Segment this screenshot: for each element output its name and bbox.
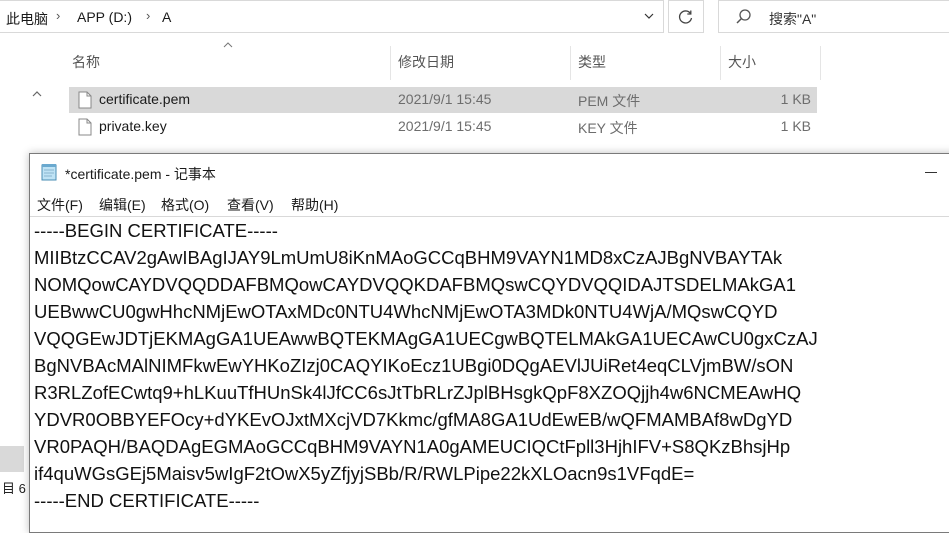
notepad-title-bar[interactable]: *certificate.pem - 记事本 — [30, 154, 949, 190]
status-bar-item-count: 目 6 — [2, 481, 26, 496]
file-modified: 2021/9/1 15:45 — [398, 118, 492, 134]
column-divider[interactable] — [720, 46, 721, 80]
breadcrumb-separator-icon[interactable]: › — [146, 8, 150, 23]
file-modified: 2021/9/1 15:45 — [398, 91, 492, 107]
file-icon — [78, 118, 92, 136]
text-line: -----BEGIN CERTIFICATE----- — [34, 220, 278, 241]
minimize-icon[interactable] — [925, 172, 937, 173]
column-divider[interactable] — [570, 46, 571, 80]
breadcrumb-drive[interactable]: APP (D:) — [77, 9, 132, 25]
text-editor-area[interactable]: -----BEGIN CERTIFICATE----- MIIBtzCCAV2g… — [30, 216, 949, 532]
text-line: BgNVBAcMAlNIMFkwEwYHKoZIzj0CAQYIKoEcz1UB… — [34, 355, 794, 376]
notepad-window[interactable]: *certificate.pem - 记事本 文件(F) 编辑(E) 格式(O)… — [29, 153, 949, 533]
column-divider[interactable] — [820, 46, 821, 80]
menu-format[interactable]: 格式(O) — [161, 195, 209, 215]
file-icon — [78, 91, 92, 109]
refresh-button[interactable] — [668, 0, 704, 33]
column-header-size[interactable]: 大小 — [728, 52, 756, 78]
column-divider[interactable] — [390, 46, 391, 80]
nav-item-selected[interactable] — [0, 446, 24, 472]
breadcrumb-folder[interactable]: A — [162, 9, 171, 25]
search-input[interactable]: 搜索"A" — [718, 0, 949, 33]
text-line: R3RLZofECwtq9+hLKuuTfHUnSk4lJfCC6sJtTbRL… — [34, 382, 802, 403]
breadcrumb-separator-icon[interactable]: › — [56, 8, 60, 23]
text-line: VR0PAQH/BAQDAgEGMAoGCCqBHM9VAYN1A0gAMEUC… — [34, 436, 791, 457]
text-line: if4quWGsGEj5Maisv5wIgF2tOwX5yZfjyjSBb/R/… — [34, 463, 695, 484]
file-name: certificate.pem — [99, 91, 191, 107]
text-line: YDVR0OBBYEFOcy+dYKEvOJxtMXcjVD7Kkmc/gfMA… — [34, 409, 793, 430]
column-header-name[interactable]: 名称 — [72, 52, 100, 78]
file-name: private.key — [99, 118, 167, 134]
window-title: *certificate.pem - 记事本 — [65, 166, 216, 182]
text-line: -----END CERTIFICATE----- — [34, 490, 260, 511]
search-icon — [736, 9, 751, 24]
menu-help[interactable]: 帮助(H) — [291, 195, 338, 215]
menu-bar: 文件(F) 编辑(E) 格式(O) 查看(V) 帮助(H) — [30, 192, 949, 216]
text-line: VQQGEwJDTjEKMAgGA1UEAwwBQTEKMAgGA1UECgwB… — [34, 328, 818, 349]
file-row[interactable]: private.key 2021/9/1 15:45 KEY 文件 1 KB — [69, 114, 817, 140]
search-placeholder: 搜索"A" — [769, 11, 817, 27]
text-line: UEBwwCU0gwHhcNMjEwOTAxMDc0NTU4WhcNMjEwOT… — [34, 301, 778, 322]
address-bar[interactable]: 此电脑 › APP (D:) › A — [0, 0, 664, 33]
menu-file[interactable]: 文件(F) — [37, 195, 83, 215]
text-line: MIIBtzCCAV2gAwIBAgIJAY9LmUmU8iKnMAoGCCqB… — [34, 247, 783, 268]
column-header-modified[interactable]: 修改日期 — [398, 52, 454, 78]
refresh-icon — [678, 9, 693, 24]
file-type: PEM 文件 — [578, 93, 641, 109]
file-size: 1 KB — [780, 91, 811, 107]
chevron-down-icon[interactable] — [643, 10, 655, 22]
file-type: KEY 文件 — [578, 120, 638, 136]
sort-ascending-icon — [223, 42, 233, 48]
notepad-icon — [41, 164, 57, 181]
file-row[interactable]: certificate.pem 2021/9/1 15:45 PEM 文件 1 … — [69, 87, 817, 113]
scroll-up-icon[interactable] — [32, 90, 42, 98]
text-line: NOMQowCAYDVQQDDAFBMQowCAYDVQQKDAFBMQswCQ… — [34, 274, 797, 295]
breadcrumb-this-pc[interactable]: 此电脑 — [6, 9, 48, 29]
menu-view[interactable]: 查看(V) — [227, 195, 274, 215]
menu-edit[interactable]: 编辑(E) — [99, 195, 146, 215]
column-header-type[interactable]: 类型 — [578, 52, 606, 78]
file-size: 1 KB — [780, 118, 811, 134]
